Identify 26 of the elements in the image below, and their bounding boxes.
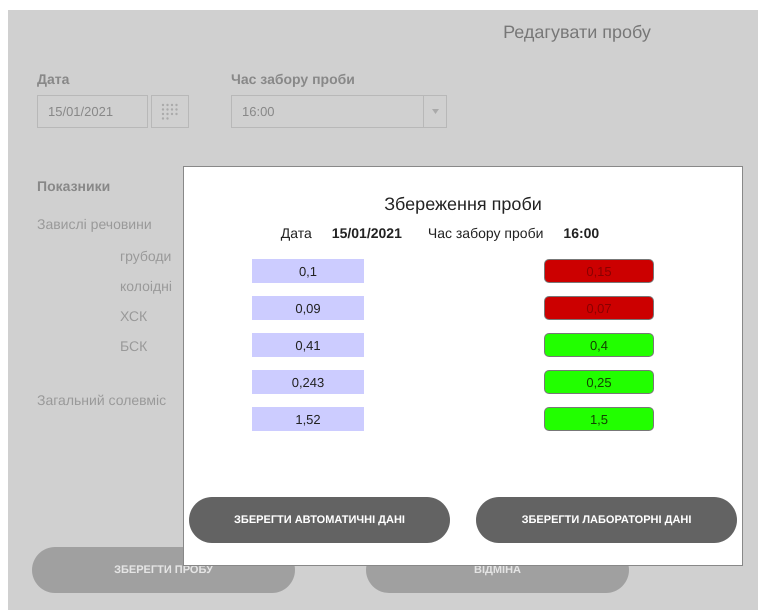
auto-value: 0,243: [252, 370, 364, 394]
lab-value: 0,25: [544, 370, 654, 394]
field-label: Час забору проби: [231, 71, 356, 87]
calendar-icon: [161, 102, 179, 120]
time-select[interactable]: 16:00: [231, 95, 447, 128]
save-lab-button[interactable]: ЗБЕРЕГТИ ЛАБОРАТОРНІ ДАНІ: [476, 497, 737, 543]
auto-value: 0,09: [252, 296, 364, 320]
time-value: 16:00: [563, 225, 600, 241]
calendar-button[interactable]: [151, 95, 189, 128]
lab-value: 0,4: [544, 333, 654, 357]
auto-value: 0,1: [252, 259, 364, 283]
page-title: Редагувати пробу: [502, 22, 652, 43]
dropdown-arrow-icon: [432, 109, 438, 114]
lab-value: 1,5: [544, 407, 654, 431]
save-auto-button[interactable]: ЗБЕРЕГТИ АВТОМАТИЧНІ ДАНІ: [189, 497, 450, 543]
date-label: Дата: [280, 225, 312, 241]
section-heading: Показники: [37, 178, 112, 194]
lab-value: 0,07: [544, 296, 654, 320]
auto-value: 1,52: [252, 407, 364, 431]
auto-value: 0,41: [252, 333, 364, 357]
date-field[interactable]: 15/01/2021: [37, 95, 148, 128]
dialog-title: Збереження проби: [384, 194, 542, 215]
lab-value: 0,15: [544, 259, 654, 283]
date-value: 15/01/2021: [332, 225, 402, 241]
time-label: Час забору проби: [428, 225, 544, 241]
field-label: Дата: [37, 71, 70, 87]
